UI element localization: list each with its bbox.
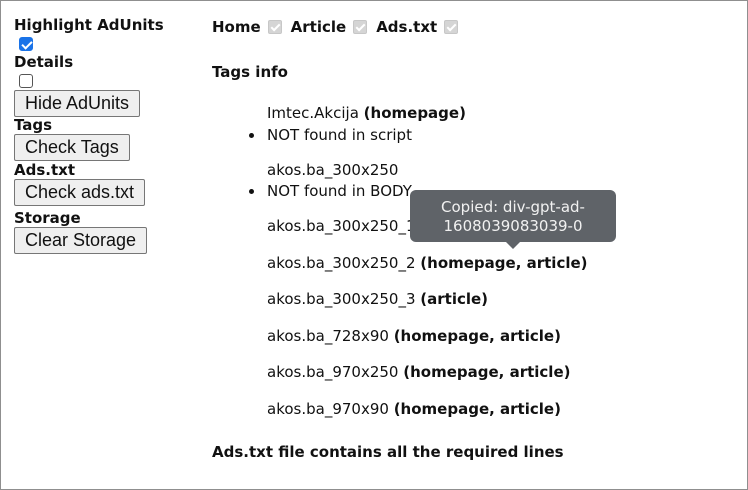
tag-pages: (homepage, article) bbox=[403, 363, 571, 381]
check-tags-button[interactable]: Check Tags bbox=[14, 134, 130, 161]
tag-name: akos.ba_970x90 bbox=[267, 400, 389, 418]
tag-item: akos.ba_970x250 (homepage, article) bbox=[267, 363, 570, 381]
article-checkbox bbox=[353, 20, 368, 34]
tag-name: akos.ba_300x250_3 bbox=[267, 290, 416, 308]
tags-info-title: Tags info bbox=[212, 63, 288, 81]
copied-tooltip: Copied: div-gpt-ad- 1608039083039-0 bbox=[410, 190, 616, 249]
tag-name: akos.ba_728x90 bbox=[267, 327, 389, 345]
tag-name: akos.ba_300x250_1 bbox=[267, 217, 416, 235]
bullet-icon bbox=[249, 189, 254, 194]
bullet-icon bbox=[249, 133, 254, 138]
tag-pages: (homepage, article) bbox=[393, 400, 561, 418]
tag-name: Imtec.Akcija bbox=[267, 104, 359, 122]
tag-item: akos.ba_970x90 (homepage, article) bbox=[267, 400, 561, 418]
highlight-adunits-label: Highlight AdUnits bbox=[14, 16, 164, 34]
tag-item: akos.ba_300x250_2 (homepage, article) bbox=[267, 254, 588, 272]
storage-label: Storage bbox=[14, 209, 81, 227]
highlight-adunits-checkbox[interactable] bbox=[19, 37, 33, 51]
details-label: Details bbox=[14, 53, 74, 71]
adstxt-status: Ads.txt file contains all the required l… bbox=[212, 443, 564, 461]
tag-pages: (homepage) bbox=[363, 104, 466, 122]
tag-item: akos.ba_300x250_3 (article) bbox=[267, 290, 488, 308]
page-type-indicators: Home Article Ads.txt bbox=[212, 18, 467, 36]
tag-item: akos.ba_728x90 (homepage, article) bbox=[267, 327, 561, 345]
home-checkbox bbox=[267, 20, 282, 34]
hide-adunits-button[interactable]: Hide AdUnits bbox=[14, 90, 141, 117]
tag-note: NOT found in script bbox=[249, 126, 412, 144]
adstxt-nav-label: Ads.txt bbox=[376, 18, 438, 36]
tag-pages: (article) bbox=[420, 290, 489, 308]
check-adstxt-button[interactable]: Check ads.txt bbox=[14, 179, 146, 206]
tag-name: akos.ba_300x250 bbox=[267, 161, 399, 179]
article-label: Article bbox=[290, 18, 347, 36]
adstxt-checkbox bbox=[444, 20, 459, 34]
tag-item: akos.ba_300x250 bbox=[267, 161, 398, 179]
tag-item: Imtec.Akcija (homepage) bbox=[267, 104, 466, 122]
tag-name: akos.ba_300x250_2 bbox=[267, 254, 416, 272]
clear-storage-button[interactable]: Clear Storage bbox=[14, 227, 148, 254]
tag-note: NOT found in BODY bbox=[249, 182, 412, 200]
tooltip-line2: 1608039083039-0 bbox=[443, 217, 583, 235]
adstxt-label: Ads.txt bbox=[14, 161, 75, 179]
tooltip-line1: Copied: div-gpt-ad- bbox=[441, 198, 585, 216]
details-checkbox[interactable] bbox=[19, 74, 33, 88]
control-panel: Highlight AdUnits Details Hide AdUnits T… bbox=[14, 16, 194, 254]
tag-name: akos.ba_970x250 bbox=[267, 363, 399, 381]
tags-label: Tags bbox=[14, 116, 53, 134]
tag-item: akos.ba_300x250_1 bbox=[267, 217, 416, 235]
home-label: Home bbox=[212, 18, 261, 36]
tag-pages: (homepage, article) bbox=[420, 254, 588, 272]
tag-pages: (homepage, article) bbox=[393, 327, 561, 345]
